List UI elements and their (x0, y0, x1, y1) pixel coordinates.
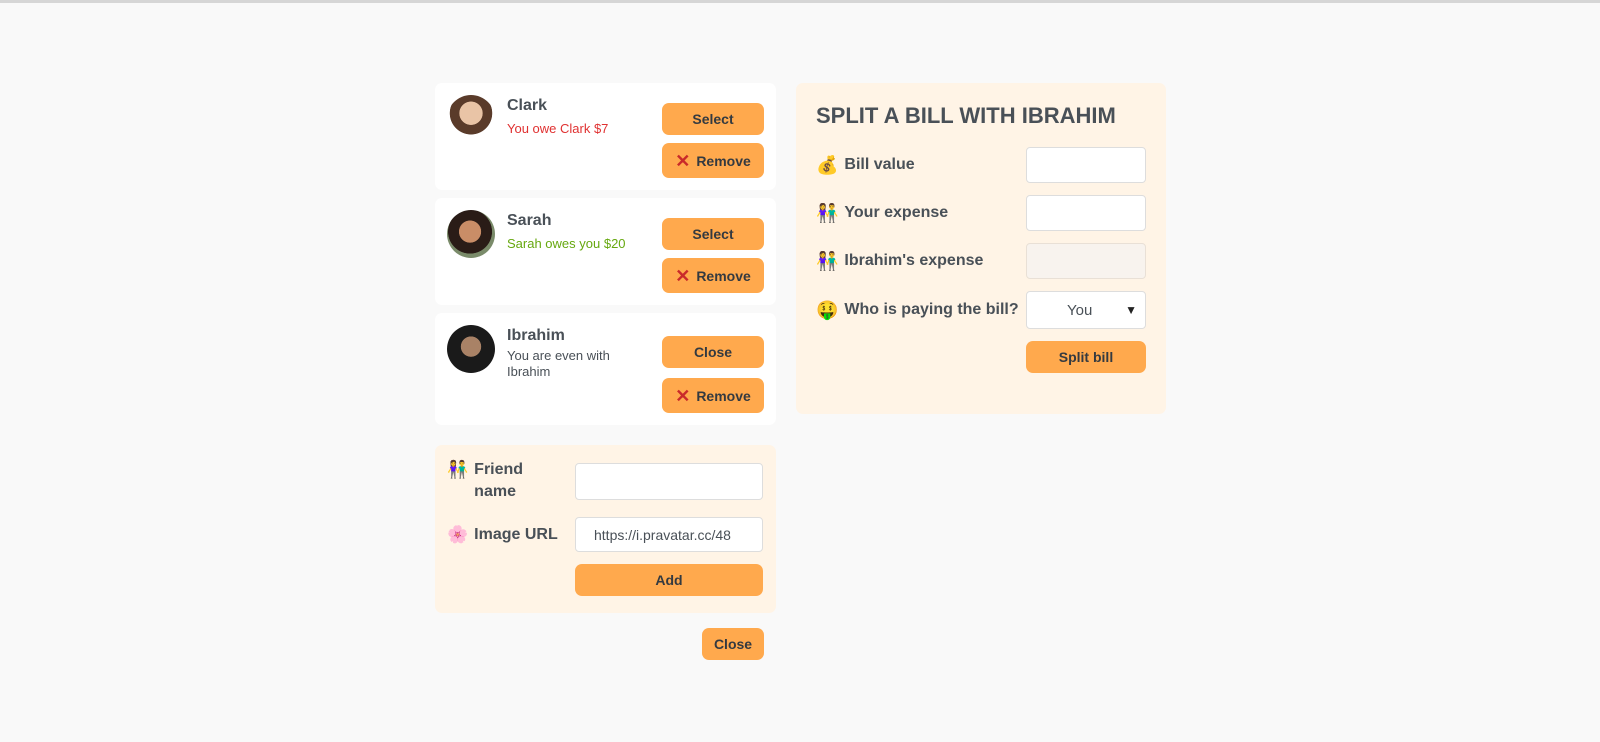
bill-value-input[interactable] (1026, 147, 1146, 183)
friend-name-label: 👫 Friend name (447, 459, 575, 503)
friend-expense-label-text: Ibrahim's expense (844, 252, 984, 269)
image-url-input[interactable] (575, 517, 763, 552)
friend-name: Clark (507, 97, 548, 114)
friend-name-label-text: Friend name (474, 461, 524, 500)
image-url-label-text: Image URL (474, 525, 558, 543)
money-face-icon: 🤑 (816, 299, 839, 320)
select-button[interactable]: Select (662, 218, 764, 250)
close-icon: ✕ (675, 265, 691, 286)
people-icon: 👫 (447, 460, 469, 479)
friend-item-ibrahim: Ibrahim You are even with Ibrahim Close … (435, 313, 776, 425)
your-expense-label: 👫 Your expense (816, 203, 948, 224)
friend-name-input[interactable] (575, 462, 763, 500)
remove-button[interactable]: ✕ Remove (662, 378, 764, 413)
payer-select[interactable]: You ▼ (1026, 291, 1146, 329)
remove-button[interactable]: ✕ Remove (662, 143, 764, 178)
friends-column: Clark You owe Clark $7 Select ✕ Remove Sa… (435, 83, 776, 660)
chevron-down-icon: ▼ (1125, 303, 1137, 317)
add-friend-form: 👫 Friend name 🌸 Image URL Add (435, 445, 776, 613)
friend-balance: Sarah owes you $20 (507, 236, 626, 251)
people-icon: 👫 (816, 202, 839, 223)
your-expense-input[interactable] (1026, 195, 1146, 231)
friend-expense-label: 👫 Ibrahim's expense (816, 251, 983, 272)
avatar (447, 95, 495, 143)
payer-label: 🤑 Who is paying the bill? (816, 300, 1019, 321)
add-button[interactable]: Add (575, 564, 763, 596)
people-icon: 👫 (816, 250, 839, 271)
friend-balance: You owe Clark $7 (507, 121, 609, 136)
split-bill-form: SPLIT A BILL WITH IBRAHIM 💰 Bill value 👫… (796, 83, 1166, 414)
remove-button[interactable]: ✕ Remove (662, 258, 764, 293)
split-bill-button[interactable]: Split bill (1026, 341, 1146, 373)
payer-label-text: Who is paying the bill? (844, 301, 1019, 318)
image-url-label: 🌸 Image URL (447, 524, 575, 546)
app: Clark You owe Clark $7 Select ✕ Remove Sa… (435, 83, 1166, 660)
friend-name: Sarah (507, 212, 552, 229)
friend-name: Ibrahim (507, 327, 565, 344)
friend-item-clark: Clark You owe Clark $7 Select ✕ Remove (435, 83, 776, 190)
flower-icon: 🌸 (447, 524, 469, 544)
friend-item-sarah: Sarah Sarah owes you $20 Select ✕ Remove (435, 198, 776, 305)
close-icon: ✕ (675, 150, 691, 171)
your-expense-label-text: Your expense (844, 204, 949, 221)
friend-balance: You are even with Ibrahim (507, 348, 610, 379)
avatar (447, 210, 495, 258)
bill-value-label-text: Bill value (844, 156, 915, 173)
money-bag-icon: 💰 (816, 154, 839, 175)
close-icon: ✕ (675, 385, 691, 406)
remove-label: Remove (696, 387, 751, 404)
friend-expense-input (1026, 243, 1146, 279)
close-form-button[interactable]: Close (702, 628, 764, 660)
remove-label: Remove (696, 152, 751, 169)
close-friend-button[interactable]: Close (662, 336, 764, 368)
avatar (447, 325, 495, 373)
payer-select-value: You (1067, 301, 1093, 319)
remove-label: Remove (696, 267, 751, 284)
split-title: SPLIT A BILL WITH IBRAHIM (816, 103, 1116, 128)
top-border (0, 0, 1600, 3)
select-button[interactable]: Select (662, 103, 764, 135)
bill-value-label: 💰 Bill value (816, 155, 915, 176)
